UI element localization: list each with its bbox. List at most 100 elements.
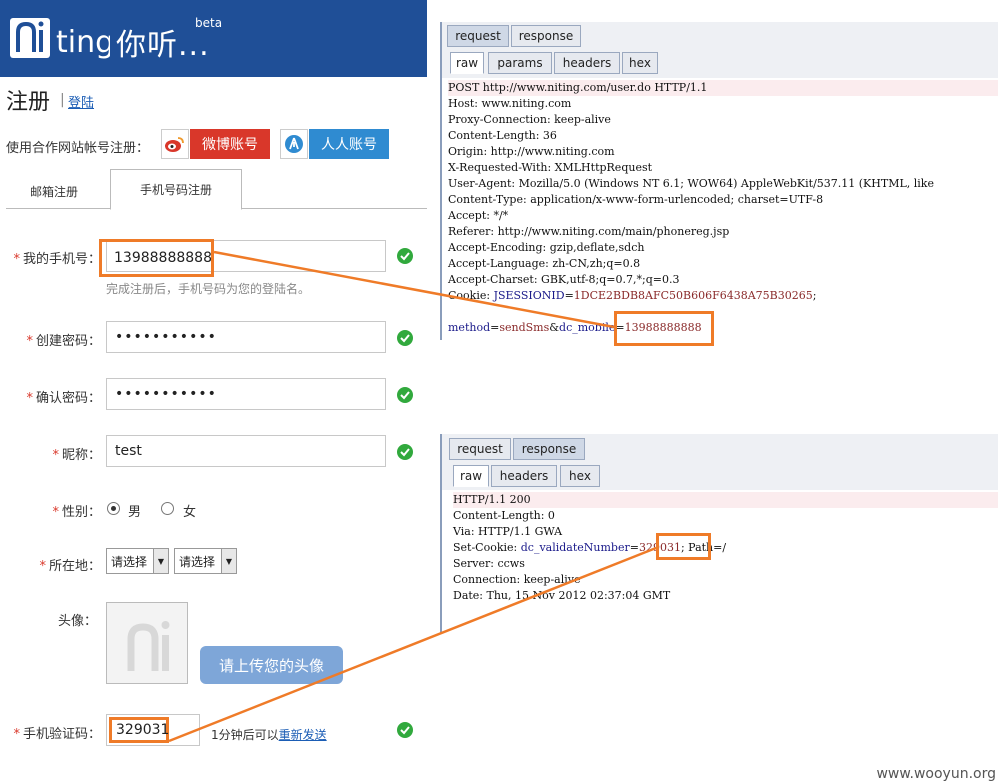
status-line: HTTP/1.1 200 — [453, 492, 998, 508]
tab-response[interactable]: response — [513, 438, 585, 460]
cookie-suffix: ; — [812, 289, 817, 302]
nickname-valid-check-icon — [397, 444, 413, 460]
header-line: Accept-Language: zh-CN,zh;q=0.8 — [448, 257, 641, 270]
mobile-param-highlight — [614, 311, 714, 346]
required-star: * — [39, 559, 46, 574]
header-line: User-Agent: Mozilla/5.0 (Windows NT 6.1;… — [448, 177, 934, 190]
weibo-login-button[interactable]: 微博账号 — [190, 129, 270, 159]
nickname-input[interactable]: test — [106, 435, 386, 467]
sms-code-label-text: 手机验证码： — [22, 727, 101, 742]
partner-register-label: 使用合作网站帐号注册： — [6, 141, 150, 156]
set-cookie-prefix: Set-Cookie: — [453, 541, 521, 554]
validate-number-highlight — [656, 533, 711, 560]
city-select-value: 请选择 — [179, 554, 216, 569]
sms-code-label: * 手机验证码： — [6, 723, 101, 742]
required-star: * — [13, 727, 20, 742]
province-select[interactable]: 请选择 ▼ — [106, 548, 169, 574]
subtab-hex[interactable]: hex — [560, 465, 600, 487]
title-separator: | — [60, 92, 65, 108]
renren-icon[interactable] — [280, 129, 308, 159]
avatar-placeholder[interactable] — [106, 602, 188, 684]
response-panel: request response raw headers hex HTTP/1.… — [440, 434, 998, 634]
location-label: * 所在地： — [6, 555, 101, 574]
phone-value-highlight: 13988888888 — [99, 239, 214, 277]
renren-login-button[interactable]: 人人账号 — [309, 129, 389, 159]
gender-male-label: 男 — [128, 505, 142, 520]
request-line: POST http://www.niting.com/user.do HTTP/… — [448, 80, 998, 96]
required-star: * — [26, 391, 33, 406]
watermark: www.wooyun.org — [876, 766, 996, 782]
nickname-label: * 昵称： — [6, 444, 101, 463]
tab-request[interactable]: request — [449, 438, 511, 460]
header-line: Server: ccws — [453, 557, 525, 570]
subtab-headers[interactable]: headers — [491, 465, 557, 487]
gender-label-text: 性别： — [61, 505, 101, 520]
header-line: Host: www.niting.com — [448, 97, 572, 110]
header-line: Content-Length: 36 — [448, 129, 557, 142]
subtab-raw[interactable]: raw — [450, 52, 484, 74]
header-line: Via: HTTP/1.1 GWA — [453, 525, 563, 538]
phone-valid-check-icon — [397, 248, 413, 264]
beta-label: beta — [195, 16, 223, 30]
header-line: Accept: */* — [448, 209, 509, 222]
header-line: Content-Type: application/x-www-form-url… — [448, 193, 824, 206]
header-line: Connection: keep-alive — [453, 573, 581, 586]
password-valid-check-icon — [397, 330, 413, 346]
page-title: 注册 — [6, 90, 51, 115]
chevron-down-icon[interactable]: ▼ — [221, 549, 236, 573]
subtab-raw[interactable]: raw — [453, 465, 489, 487]
header-line: Content-Length: 0 — [453, 509, 555, 522]
niting-logo: ting — [6, 10, 114, 66]
resend-hint: 1分钟后可以重新发送 — [211, 726, 327, 743]
confirm-password-label-text: 确认密码： — [35, 391, 101, 406]
cookie-prefix: Cookie: — [448, 289, 494, 302]
header-line: X-Requested-With: XMLHttpRequest — [448, 161, 653, 174]
chevron-down-icon[interactable]: ▼ — [153, 549, 168, 573]
subtab-hex[interactable]: hex — [622, 52, 658, 74]
body-key-method: method — [448, 321, 491, 334]
confirm-password-valid-check-icon — [397, 387, 413, 403]
phone-label-text: 我的手机号： — [22, 252, 101, 267]
sms-code-value-highlight: 329031 — [109, 717, 169, 743]
password-label-text: 创建密码： — [35, 334, 101, 349]
subtab-params[interactable]: params — [488, 52, 552, 74]
set-cookie-key: dc_validateNumber — [520, 541, 630, 554]
avatar-label: 头像： — [58, 614, 98, 629]
tab-phone-register[interactable]: 手机号码注册 — [110, 169, 242, 210]
password-label: * 创建密码： — [6, 330, 101, 349]
login-link[interactable]: 登陆 — [68, 92, 94, 111]
tab-response[interactable]: response — [511, 25, 581, 47]
header-line: Accept-Encoding: gzip,deflate,sdch — [448, 241, 645, 254]
sms-code-valid-check-icon — [397, 722, 413, 738]
gender-label: * 性别： — [6, 501, 101, 520]
required-star: * — [13, 252, 20, 267]
body-ampersand: & — [549, 321, 560, 334]
province-select-value: 请选择 — [111, 554, 148, 569]
phone-label: * 我的手机号： — [6, 248, 101, 267]
body-value-method: sendSms — [499, 321, 550, 334]
header-line: Origin: http://www.niting.com — [448, 145, 615, 158]
header-line: Accept-Charset: GBK,utf-8;q=0.7,*;q=0.3 — [448, 273, 680, 286]
gender-male-radio[interactable] — [107, 502, 120, 515]
resend-link[interactable]: 重新发送 — [279, 728, 327, 742]
header-line: Date: Thu, 15 Nov 2012 02:37:04 GMT — [453, 589, 671, 602]
subtab-headers[interactable]: headers — [554, 52, 620, 74]
confirm-password-input[interactable]: ••••••••••• — [106, 378, 386, 410]
gender-female-radio[interactable] — [161, 502, 174, 515]
weibo-icon[interactable] — [161, 129, 189, 159]
upload-avatar-button[interactable]: 请上传您的头像 — [200, 646, 343, 684]
password-input[interactable]: ••••••••••• — [106, 321, 386, 353]
request-panel: request response raw params headers hex … — [440, 22, 998, 340]
cookie-line: Cookie: JSESSIONID=1DCE2BDB8AFC50B606F64… — [448, 289, 817, 302]
location-label-text: 所在地： — [48, 559, 101, 574]
tab-request[interactable]: request — [447, 25, 509, 47]
body-key-mobile: dc_mobile — [559, 321, 616, 334]
header-line: Referer: http://www.niting.com/main/phon… — [448, 225, 730, 238]
resend-prefix: 1分钟后可以 — [211, 728, 279, 742]
tab-email-register[interactable]: 邮箱注册 — [30, 183, 78, 200]
header-line: Proxy-Connection: keep-alive — [448, 113, 611, 126]
city-select[interactable]: 请选择 ▼ — [174, 548, 237, 574]
cookie-key: JSESSIONID — [493, 289, 565, 302]
required-star: * — [52, 505, 59, 520]
gender-female-label: 女 — [183, 505, 197, 520]
